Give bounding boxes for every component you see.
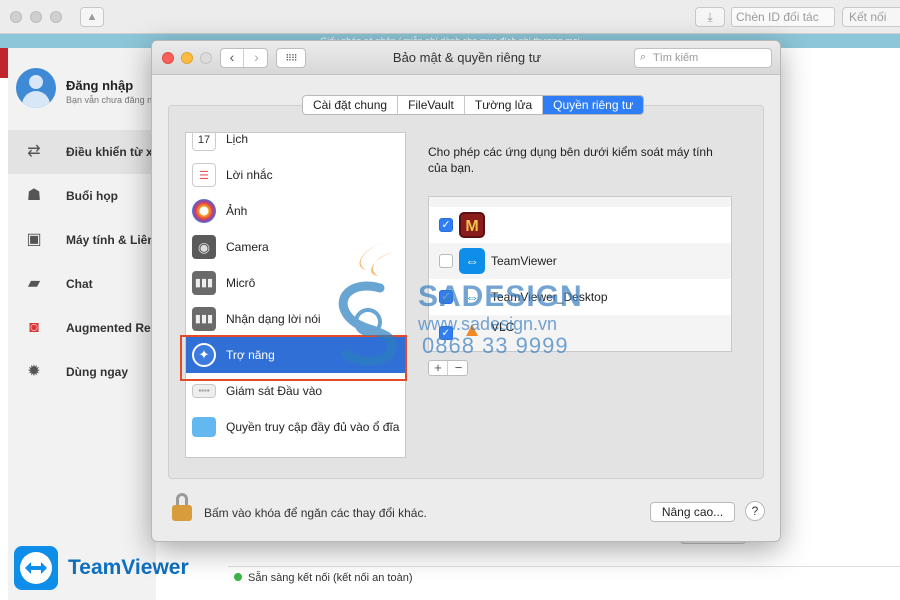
folder-icon <box>192 417 216 437</box>
partner-id-input[interactable]: Chèn ID đối tác <box>731 7 835 27</box>
teamviewer-logo-icon <box>14 546 58 590</box>
tab-filevault[interactable]: FileVault <box>398 96 465 114</box>
sadesign-logo-icon <box>338 242 397 366</box>
back-button[interactable]: ‹ <box>221 49 244 67</box>
warning-icon[interactable]: ▲ <box>80 7 104 27</box>
tab-bar: Cài đặt chung FileVault Tường lửa Quyền … <box>302 95 645 115</box>
search-icon: ⌕ <box>640 51 647 63</box>
avatar <box>16 68 56 108</box>
teamviewer-logo: TeamViewer <box>14 546 194 592</box>
zoom-window-button[interactable] <box>200 52 212 64</box>
teamviewer-sidebar: Đăng nhập Bạn vẫn chưa đăng nhập ⇄ Điều … <box>8 48 175 600</box>
list-item-label: Quyền truy cập đầy đủ vào ổ đĩa <box>226 420 400 434</box>
teamviewer-titlebar: ▲ ⤓ Chèn ID đối tác Kết nối <box>0 0 900 34</box>
app-checkbox[interactable] <box>439 254 453 268</box>
speech-icon: ▮▮▮ <box>192 307 216 331</box>
photos-icon <box>192 199 216 223</box>
sidebar-item-augmented[interactable]: ◙ Augmented Reality <box>8 306 175 350</box>
sidebar-item-remote-control[interactable]: ⇄ Điều khiển từ xa <box>8 130 160 174</box>
search-field[interactable]: ⌕ <box>634 48 772 68</box>
back-forward-buttons: ‹ › <box>220 48 268 68</box>
sidebar-item-computers-contacts[interactable]: ▣ Máy tính & Liên lạc <box>8 218 174 262</box>
app-row[interactable]: ⇔ TeamViewer <box>429 243 731 279</box>
permission-description: Cho phép các ứng dụng bên dưới kiểm soát… <box>428 145 713 175</box>
zoom-window-button[interactable] <box>50 11 62 23</box>
show-all-grid-button[interactable]: ⠿⠿ <box>276 48 306 68</box>
tab-firewall[interactable]: Tường lửa <box>465 96 544 114</box>
camera-icon: ◉ <box>192 235 216 259</box>
bulb-icon: ✹ <box>27 363 41 380</box>
lock-hint-text: Bấm vào khóa để ngăn các thay đổi khác. <box>204 506 427 520</box>
contacts-icon: ▣ <box>26 231 42 248</box>
forward-button[interactable]: › <box>245 49 268 67</box>
list-item <box>429 197 731 207</box>
arrows-icon: ⇄ <box>27 143 41 160</box>
sidebar-item-chat[interactable]: ▰ Chat <box>8 262 156 306</box>
watermark-phone: 0868 33 9999 <box>422 333 569 358</box>
list-item-calendar[interactable]: 17 Lịch <box>186 132 405 157</box>
app-name: TeamViewer <box>491 254 557 268</box>
chat-icon: ▰ <box>27 275 41 292</box>
window-title: Bảo mật & quyền riêng tư <box>392 50 542 65</box>
keyboard-icon: ▪▪▪▪ <box>192 384 216 398</box>
add-remove-buttons: + − <box>428 360 468 376</box>
status-text: Sẵn sàng kết nối (kết nối an toàn) <box>248 572 413 584</box>
status-dot-icon <box>234 573 242 581</box>
microphone-icon: ▮▮▮ <box>192 271 216 295</box>
list-item-reminders[interactable]: ☰ Lời nhắc <box>186 157 405 193</box>
group-icon: ☗ <box>26 187 42 204</box>
list-item-label: Giám sát Đầu vào <box>226 384 323 398</box>
list-item-label: Lời nhắc <box>226 168 273 182</box>
add-app-button[interactable]: + <box>429 361 448 375</box>
calendar-icon: 17 <box>192 133 216 151</box>
list-item-label: Micrô <box>226 276 256 290</box>
connect-button[interactable]: Kết nối <box>842 7 900 27</box>
tab-privacy[interactable]: Quyền riêng tư <box>543 96 644 114</box>
sidebar-item-label: Điều khiển từ xa <box>66 145 160 159</box>
sidebar-item-label: Chat <box>66 277 93 291</box>
sidebar-item-meeting[interactable]: ☗ Buổi họp <box>8 174 156 218</box>
sidebar-item-label: Buổi họp <box>66 189 118 203</box>
ar-icon: ◙ <box>29 319 39 336</box>
status-bar: Sẵn sàng kết nối (kết nối an toàn) <box>228 566 900 588</box>
close-window-button[interactable] <box>162 52 174 64</box>
help-button[interactable]: ? <box>745 501 765 521</box>
watermark-url: www.sadesign.vn <box>418 314 558 334</box>
list-item-label: Camera <box>226 240 269 254</box>
reminders-icon: ☰ <box>192 163 216 187</box>
red-tab-marker <box>0 48 8 78</box>
list-item-label: Lịch <box>226 132 249 146</box>
minimize-window-button[interactable] <box>181 52 193 64</box>
prefs-titlebar: ‹ › ⠿⠿ Bảo mật & quyền riêng tư ⌕ <box>152 41 780 75</box>
app-row[interactable]: ✓ M <box>429 207 731 243</box>
lock-icon[interactable] <box>170 493 194 521</box>
app-checkbox[interactable]: ✓ <box>439 218 453 232</box>
m-app-icon: M <box>459 212 485 238</box>
close-window-button[interactable] <box>10 11 22 23</box>
sidebar-item-label: Dùng ngay <box>66 365 128 379</box>
watermark-name: SADESIGN <box>418 280 583 313</box>
list-item-full-disk-access[interactable]: Quyền truy cập đầy đủ vào ổ đĩa <box>186 409 405 445</box>
search-input[interactable] <box>653 50 767 66</box>
teamviewer-logo-text: TeamViewer <box>68 556 189 579</box>
download-icon[interactable]: ⤓ <box>695 7 725 27</box>
teamviewer-icon: ⇔ <box>459 248 485 274</box>
list-item-label: Ảnh <box>226 204 248 218</box>
remove-app-button[interactable]: − <box>449 361 468 375</box>
tab-general[interactable]: Cài đặt chung <box>303 96 399 114</box>
minimize-window-button[interactable] <box>30 11 42 23</box>
sidebar-item-use-now[interactable]: ✹ Dùng ngay <box>8 350 156 394</box>
advanced-button[interactable]: Nâng cao... <box>650 502 735 522</box>
list-item-label: Nhận dạng lời nói <box>226 312 321 326</box>
list-item-photos[interactable]: Ảnh <box>186 193 405 229</box>
profile-name[interactable]: Đăng nhập <box>66 78 133 93</box>
